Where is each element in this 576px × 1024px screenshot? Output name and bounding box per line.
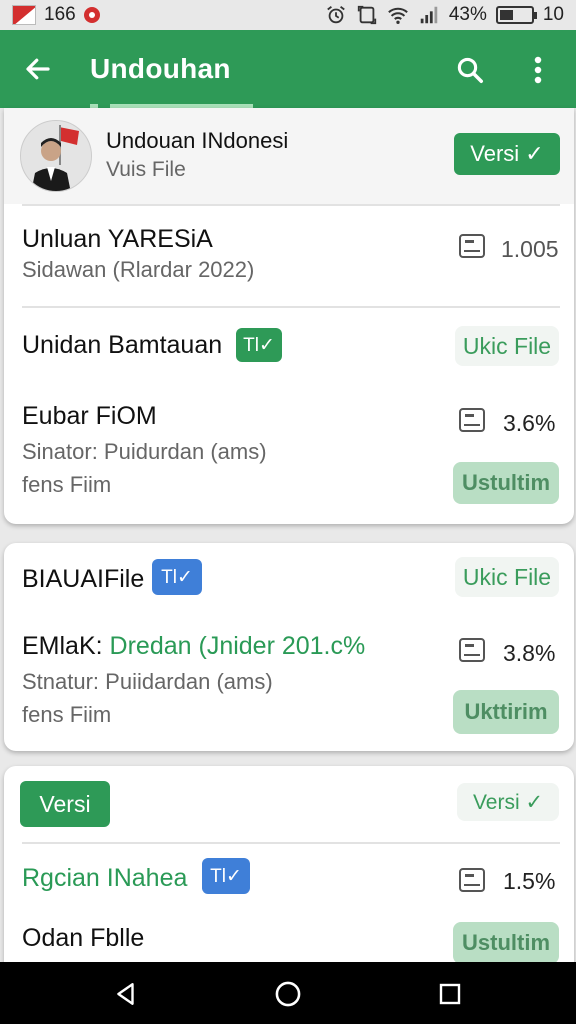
version-button[interactable]: Versi ✓: [454, 133, 560, 175]
triangle-back-icon: [117, 983, 134, 1005]
screenshot-icon: [357, 5, 376, 25]
version-button[interactable]: Versi: [20, 781, 110, 827]
file-title-highlight: Dredan (Jnider 201.c%: [109, 632, 366, 660]
send-button[interactable]: Ustultim: [453, 922, 559, 964]
battery-level: [499, 10, 513, 20]
alarm-icon: [327, 6, 345, 24]
nav-home-button[interactable]: [268, 974, 308, 1014]
file-icon: [459, 408, 485, 432]
record-icon: [83, 7, 100, 23]
flag-icon: [12, 5, 36, 25]
download-progress: 1.5%: [503, 868, 556, 894]
upload-file-button[interactable]: Ukic File: [455, 326, 559, 366]
file-title: Eubar FiOM: [22, 402, 157, 430]
file-icon: [459, 638, 485, 662]
square-recents-icon: [439, 983, 461, 1005]
file-icon: [459, 234, 485, 258]
send-button[interactable]: Ukttirim: [453, 690, 559, 734]
divider: [22, 842, 560, 844]
nav-back-button[interactable]: [106, 974, 146, 1014]
battery-percent: 43%: [448, 4, 487, 25]
search-button[interactable]: [448, 48, 492, 92]
avatar: [20, 120, 92, 192]
file-title: Odan Fblle: [22, 924, 145, 952]
more-options-button[interactable]: [516, 48, 560, 92]
download-card-1: Undouan INdonesi Vuis File Versi ✓ Unlua…: [4, 108, 574, 524]
wifi-icon: [387, 7, 408, 24]
file-icon: [459, 868, 485, 892]
status-number: 166: [44, 4, 76, 25]
file-title: BIAUAIFile: [22, 565, 145, 593]
download-card-3: Versi Versi ✓ Rgcian INahea Tl✓ 1.5% Oda…: [4, 766, 574, 976]
search-icon: [457, 57, 483, 83]
signal-icon: [420, 6, 438, 24]
page-title: Undouhan: [90, 53, 231, 84]
download-progress: 3.8%: [503, 640, 556, 666]
file-title: Unidan Bamtauan: [22, 331, 223, 359]
divider: [22, 306, 560, 308]
file-author: Stnatur: Puiidardan (ams): [22, 669, 273, 694]
divider: [22, 204, 560, 206]
file-subtitle: Sidawan (Rlardar 2022): [22, 257, 255, 282]
card-header-subtitle: Vuis File: [106, 158, 186, 181]
circle-home-icon: [275, 981, 301, 1007]
app-bar: Undouhan: [0, 30, 576, 108]
type-badge: Tl✓: [152, 559, 202, 595]
file-size: 1.005: [501, 236, 559, 262]
card-header-title: Undouan INdonesi: [106, 128, 289, 153]
upload-file-button[interactable]: Ukic File: [455, 557, 559, 597]
status-bar: 166 43% 10: [0, 0, 576, 30]
type-badge: Tl✓: [236, 328, 282, 362]
back-button[interactable]: [0, 30, 76, 108]
version-check-button[interactable]: Versi ✓: [457, 783, 559, 821]
file-author: Sinator: Puidurdan (ams): [22, 439, 267, 464]
type-badge: Tl✓: [202, 858, 250, 894]
file-type: fens Fiim: [22, 472, 112, 497]
avatar-image: [21, 121, 91, 191]
nav-recents-button[interactable]: [430, 974, 470, 1014]
file-title: EMlaK: Dredan (Jnider 201.c%: [22, 632, 365, 661]
send-button[interactable]: Ustultim: [453, 462, 559, 504]
file-type: fens Fiim: [22, 702, 112, 727]
download-card-2: BIAUAIFile Tl✓ Ukic File EMlaK: Dredan (…: [4, 543, 574, 751]
download-progress: 3.6%: [503, 410, 556, 436]
file-title-prefix: EMlaK:: [22, 632, 103, 660]
file-title: Rgcian INahea: [22, 864, 188, 892]
more-vert-icon: [534, 56, 542, 84]
status-time: 10: [542, 4, 564, 25]
battery-icon: [495, 6, 537, 24]
file-title: Unluan YARESiA: [22, 225, 213, 253]
back-arrow-icon: [26, 58, 50, 80]
navigation-bar: [0, 962, 576, 1024]
